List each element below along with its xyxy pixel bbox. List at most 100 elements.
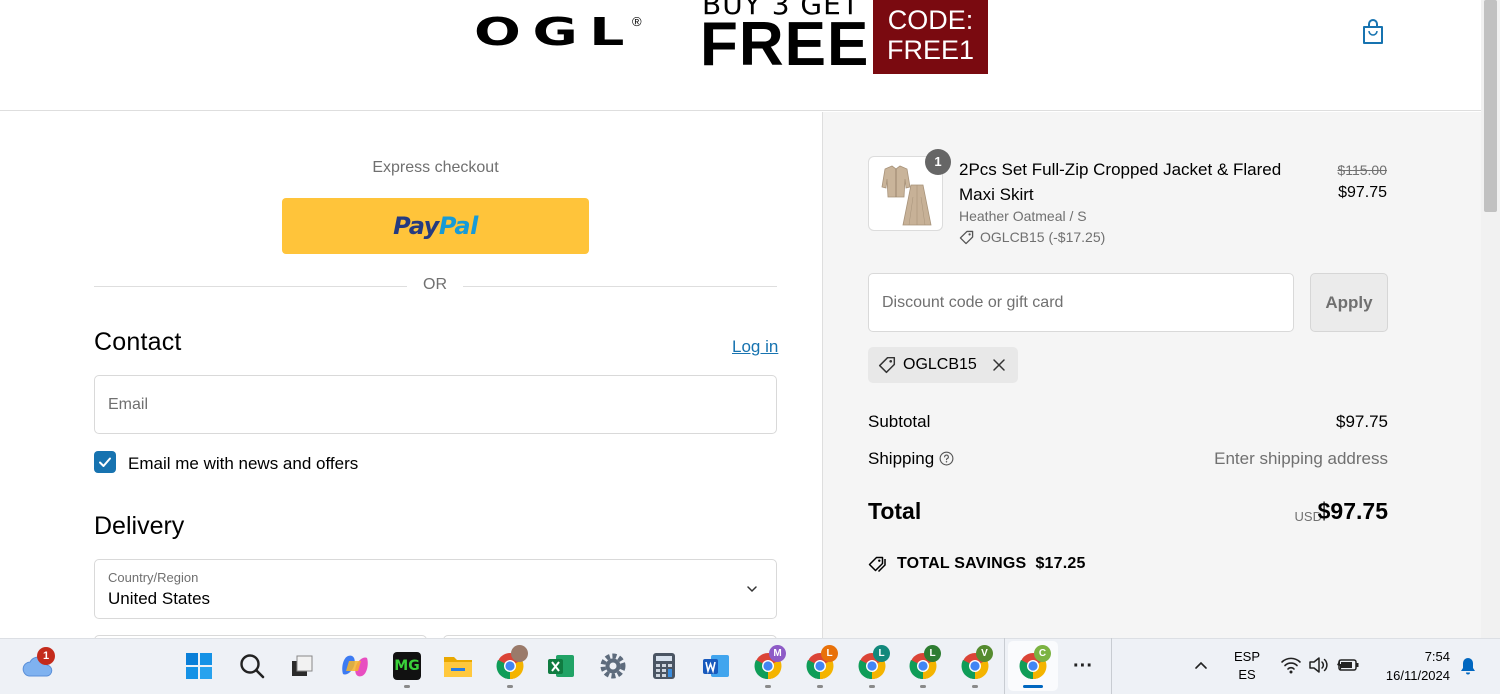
store-logo[interactable]: OGL bbox=[474, 10, 636, 54]
subtotal-label: Subtotal bbox=[868, 412, 931, 431]
file-explorer-icon[interactable] bbox=[440, 648, 476, 684]
profile-badge-m: M bbox=[769, 645, 786, 662]
active-app-indicator bbox=[1023, 685, 1043, 688]
chrome-profile-c-icon[interactable]: C bbox=[1015, 645, 1051, 684]
profile-photo-badge bbox=[511, 645, 528, 662]
windows-start-icon[interactable] bbox=[181, 648, 217, 684]
weather-badge: 1 bbox=[37, 647, 55, 665]
chrome-profile-photo-icon[interactable] bbox=[492, 645, 528, 684]
taskbar-separator bbox=[1111, 638, 1112, 694]
help-circle-icon[interactable] bbox=[939, 451, 954, 466]
excel-icon[interactable] bbox=[543, 648, 579, 684]
more-apps-icon[interactable]: ··· bbox=[1065, 648, 1101, 684]
country-label: Country/Region bbox=[108, 570, 199, 585]
search-icon[interactable] bbox=[234, 648, 270, 684]
savings-label: TOTAL SAVINGS bbox=[897, 555, 1027, 572]
promo-free-text: FREE bbox=[700, 10, 870, 79]
running-indicator bbox=[765, 685, 771, 688]
contact-heading: Contact bbox=[94, 328, 182, 356]
newsletter-label[interactable]: Email me with news and offers bbox=[128, 454, 358, 474]
tag-icon bbox=[959, 230, 974, 244]
quantity-badge: 1 bbox=[925, 149, 951, 175]
profile-badge-l: L bbox=[821, 645, 838, 662]
running-indicator bbox=[869, 685, 875, 688]
applied-code-text: OGLCB15 bbox=[903, 356, 977, 373]
login-link[interactable]: Log in bbox=[732, 337, 778, 357]
delivery-heading: Delivery bbox=[94, 512, 185, 540]
total-label: Total bbox=[868, 498, 922, 524]
discount-code-input[interactable] bbox=[868, 273, 1294, 332]
divider-right bbox=[463, 286, 777, 287]
country-select[interactable]: Country/Region United States bbox=[94, 559, 777, 619]
word-icon[interactable] bbox=[698, 648, 734, 684]
chrome-profile-m-icon[interactable]: M bbox=[750, 645, 786, 684]
profile-badge-l: L bbox=[873, 645, 890, 662]
or-divider-text: OR bbox=[423, 276, 447, 293]
total-savings: TOTAL SAVINGS $17.25 bbox=[868, 555, 1086, 573]
keyboard-layout: ES bbox=[1238, 667, 1256, 682]
running-indicator bbox=[817, 685, 823, 688]
chevron-up-icon[interactable] bbox=[1192, 656, 1210, 674]
clock-date: 16/11/2024 bbox=[1385, 668, 1450, 683]
close-icon[interactable] bbox=[992, 358, 1006, 372]
tag-icon bbox=[868, 556, 886, 573]
running-indicator bbox=[920, 685, 926, 688]
running-indicator bbox=[507, 685, 513, 688]
battery-icon[interactable] bbox=[1336, 655, 1360, 675]
country-value: United States bbox=[108, 589, 211, 608]
product-discount: OGLCB15 (-$17.25) bbox=[959, 229, 1105, 245]
chrome-profile-l-green-icon[interactable]: L bbox=[905, 645, 941, 684]
subtotal-value: $97.75 bbox=[1336, 412, 1388, 431]
paypal-logo-part1: Pay bbox=[393, 212, 439, 240]
product-name: 2Pcs Set Full-Zip Cropped Jacket & Flare… bbox=[959, 160, 1282, 204]
promo-code-label: CODE: bbox=[887, 5, 974, 35]
checkout-page: OGL ® BUY 3 GET 1 FREE CODE: FREE1 Expre… bbox=[0, 0, 1500, 694]
running-indicator bbox=[972, 685, 978, 688]
notification-bell-icon[interactable] bbox=[1458, 656, 1478, 676]
promo-code-box: CODE: FREE1 bbox=[873, 0, 988, 74]
paypal-button[interactable]: PayPal bbox=[282, 198, 589, 254]
divider-left bbox=[94, 286, 407, 287]
checkmark-icon bbox=[99, 457, 111, 467]
total-row: Total USD $97.75 bbox=[868, 498, 1388, 525]
settings-icon[interactable] bbox=[595, 648, 631, 684]
shipping-row: Shipping Enter shipping address bbox=[868, 449, 1388, 469]
copilot-icon[interactable] bbox=[337, 648, 373, 684]
shipping-label: Shipping bbox=[868, 449, 935, 468]
express-checkout-label: Express checkout bbox=[372, 159, 499, 176]
email-field[interactable] bbox=[94, 375, 777, 434]
running-indicator bbox=[404, 685, 410, 688]
mg-app-icon[interactable]: MG bbox=[389, 648, 425, 684]
wifi-icon[interactable] bbox=[1280, 655, 1302, 675]
language-code: ESP bbox=[1233, 649, 1260, 664]
price-final: $97.75 bbox=[1338, 184, 1387, 201]
price-original: $115.00 bbox=[1337, 162, 1387, 178]
clock-time: 7:54 bbox=[1424, 649, 1450, 664]
order-summary: 1 2Pcs Set Full-Zip Cropped Jacket & Fla… bbox=[822, 112, 1481, 638]
total-value: $97.75 bbox=[1317, 498, 1388, 524]
scrollbar-thumb[interactable] bbox=[1484, 0, 1497, 212]
profile-badge-v: V bbox=[976, 645, 993, 662]
mg-app-label: MG bbox=[393, 652, 421, 680]
chrome-profile-v-icon[interactable]: V bbox=[957, 645, 993, 684]
chrome-profile-l-orange-icon[interactable]: L bbox=[802, 645, 838, 684]
applied-code-chip: OGLCB15 bbox=[868, 347, 1018, 383]
profile-badge-c: C bbox=[1034, 645, 1051, 662]
product-variant: Heather Oatmeal / S bbox=[959, 208, 1087, 224]
shopping-bag-icon[interactable] bbox=[1362, 19, 1384, 45]
store-header: OGL ® BUY 3 GET 1 FREE CODE: FREE1 bbox=[0, 0, 1481, 111]
newsletter-checkbox[interactable] bbox=[94, 451, 116, 473]
calculator-icon[interactable] bbox=[646, 648, 682, 684]
paypal-logo: PayPal bbox=[393, 212, 478, 240]
chevron-down-icon bbox=[747, 586, 757, 593]
tag-icon bbox=[878, 356, 896, 374]
language-indicator[interactable]: ESP ES bbox=[1227, 648, 1267, 684]
promo-code-value: FREE1 bbox=[886, 35, 975, 65]
volume-icon[interactable] bbox=[1308, 655, 1330, 675]
apply-discount-button[interactable]: Apply bbox=[1310, 273, 1388, 332]
chrome-profile-l-teal-icon[interactable]: L bbox=[854, 645, 890, 684]
shipping-value: Enter shipping address bbox=[1214, 449, 1388, 468]
savings-value: $17.25 bbox=[1035, 555, 1086, 572]
task-view-icon[interactable] bbox=[284, 648, 320, 684]
clock[interactable]: 7:54 16/11/2024 bbox=[1370, 647, 1450, 685]
